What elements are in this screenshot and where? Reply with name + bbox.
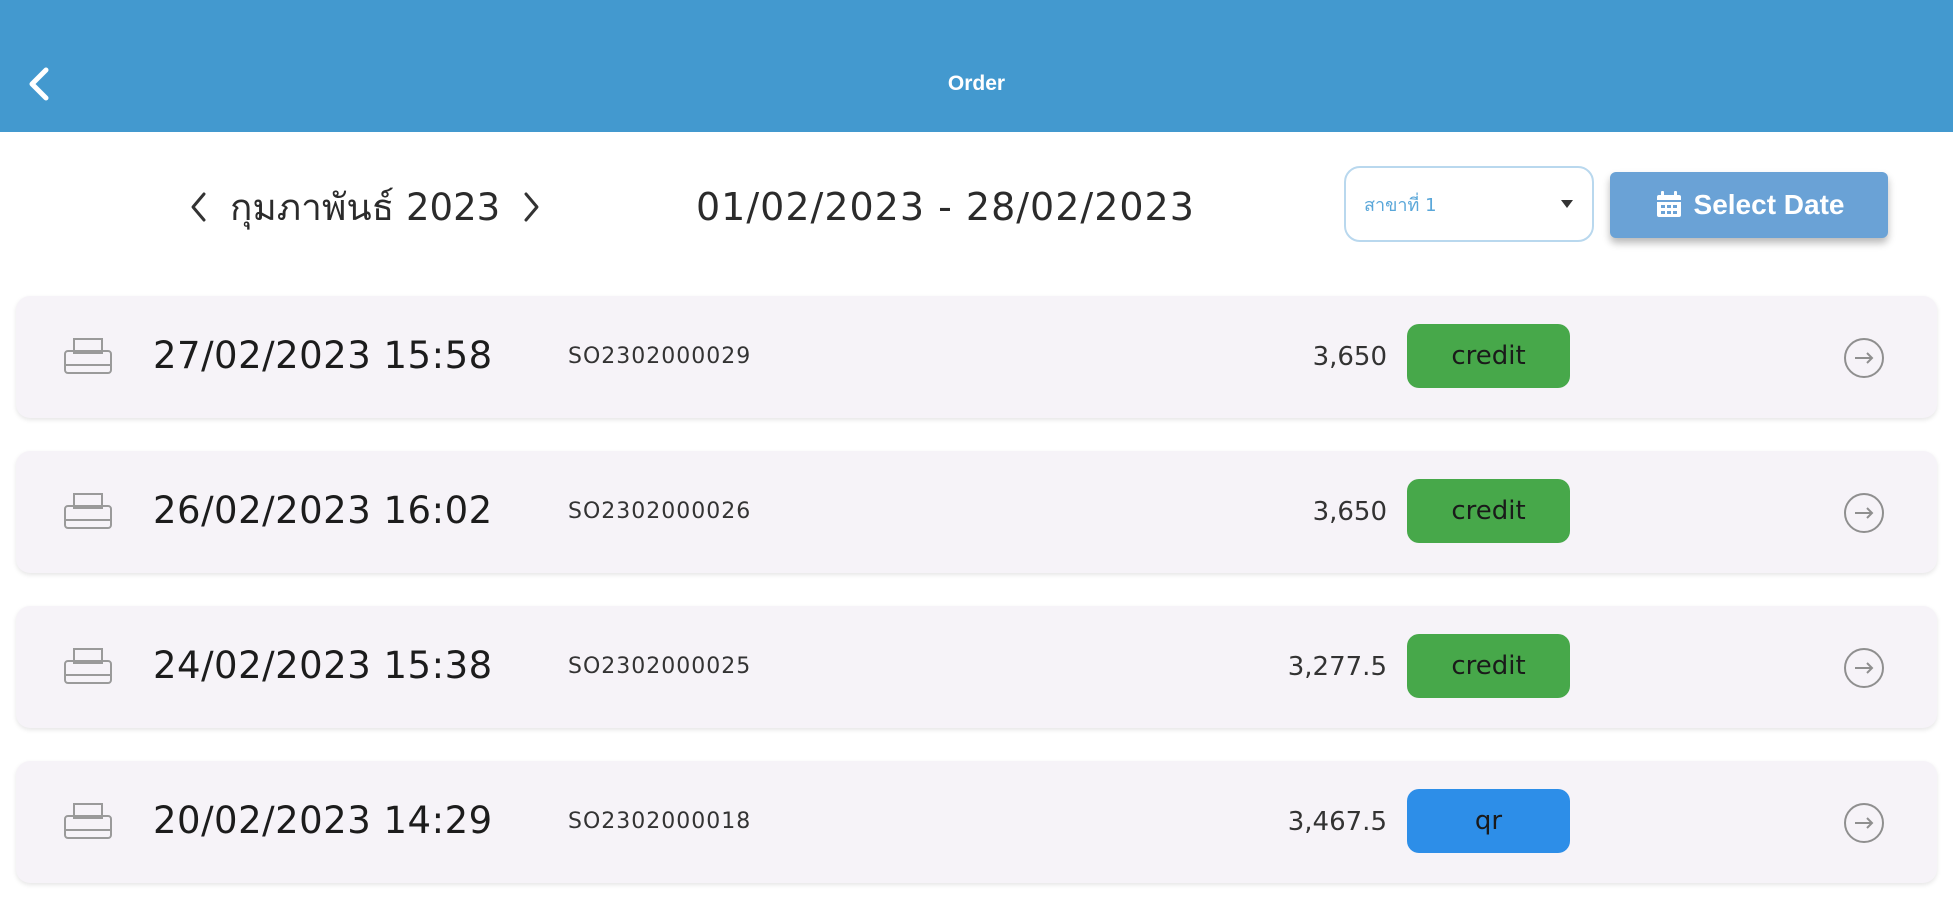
order-number: SO2302000026	[568, 499, 752, 524]
order-row[interactable]: 24/02/2023 15:38 SO2302000025 3,277.5 cr…	[16, 606, 1937, 728]
order-number: SO2302000029	[568, 344, 752, 369]
branch-select-value: สาขาที่ 1	[1364, 194, 1437, 216]
filter-toolbar: กุมภาพันธ์ 2023 01/02/2023 - 28/02/2023 …	[0, 132, 1953, 292]
printer-icon[interactable]	[62, 336, 114, 380]
caret-down-icon	[1561, 200, 1573, 208]
order-amount: 3,650	[1312, 342, 1387, 372]
order-datetime: 26/02/2023 16:02	[153, 489, 493, 532]
previous-month-button[interactable]	[180, 182, 218, 232]
arrow-right-circle-icon[interactable]	[1842, 336, 1886, 380]
order-amount: 3,277.5	[1287, 652, 1387, 682]
chevron-right-icon	[524, 192, 539, 222]
printer-icon[interactable]	[62, 801, 114, 845]
order-amount: 3,467.5	[1287, 807, 1387, 837]
branch-select[interactable]: สาขาที่ 1	[1344, 166, 1594, 242]
chevron-left-icon	[191, 192, 206, 222]
order-row[interactable]: 27/02/2023 15:58 SO2302000029 3,650 cred…	[16, 296, 1937, 418]
calendar-icon	[1654, 190, 1684, 220]
next-month-button[interactable]	[512, 182, 550, 232]
month-label: กุมภาพันธ์ 2023	[230, 185, 501, 229]
app-bar: Order	[0, 0, 1953, 132]
order-datetime: 20/02/2023 14:29	[153, 799, 493, 842]
arrow-right-circle-icon[interactable]	[1842, 646, 1886, 690]
order-datetime: 27/02/2023 15:58	[153, 334, 493, 377]
printer-icon[interactable]	[62, 491, 114, 535]
order-number: SO2302000018	[568, 809, 752, 834]
payment-badge: credit	[1407, 324, 1570, 388]
page-title: Order	[947, 72, 1006, 95]
payment-badge: qr	[1407, 789, 1570, 853]
order-number: SO2302000025	[568, 654, 752, 679]
arrow-right-circle-icon[interactable]	[1842, 801, 1886, 845]
select-date-label: Select Date	[1693, 189, 1845, 220]
order-list: 27/02/2023 15:58 SO2302000029 3,650 cred…	[16, 296, 1937, 916]
order-amount: 3,650	[1312, 497, 1387, 527]
arrow-right-circle-icon[interactable]	[1842, 491, 1886, 535]
order-row[interactable]: 26/02/2023 16:02 SO2302000026 3,650 cred…	[16, 451, 1937, 573]
order-row[interactable]: 20/02/2023 14:29 SO2302000018 3,467.5 qr	[16, 761, 1937, 883]
printer-icon[interactable]	[62, 646, 114, 690]
select-date-button[interactable]: Select Date	[1610, 172, 1888, 238]
order-datetime: 24/02/2023 15:38	[153, 644, 493, 687]
date-range-label: 01/02/2023 - 28/02/2023	[696, 185, 1195, 229]
month-navigator: กุมภาพันธ์ 2023	[180, 182, 550, 232]
payment-badge: credit	[1407, 634, 1570, 698]
payment-badge: credit	[1407, 479, 1570, 543]
